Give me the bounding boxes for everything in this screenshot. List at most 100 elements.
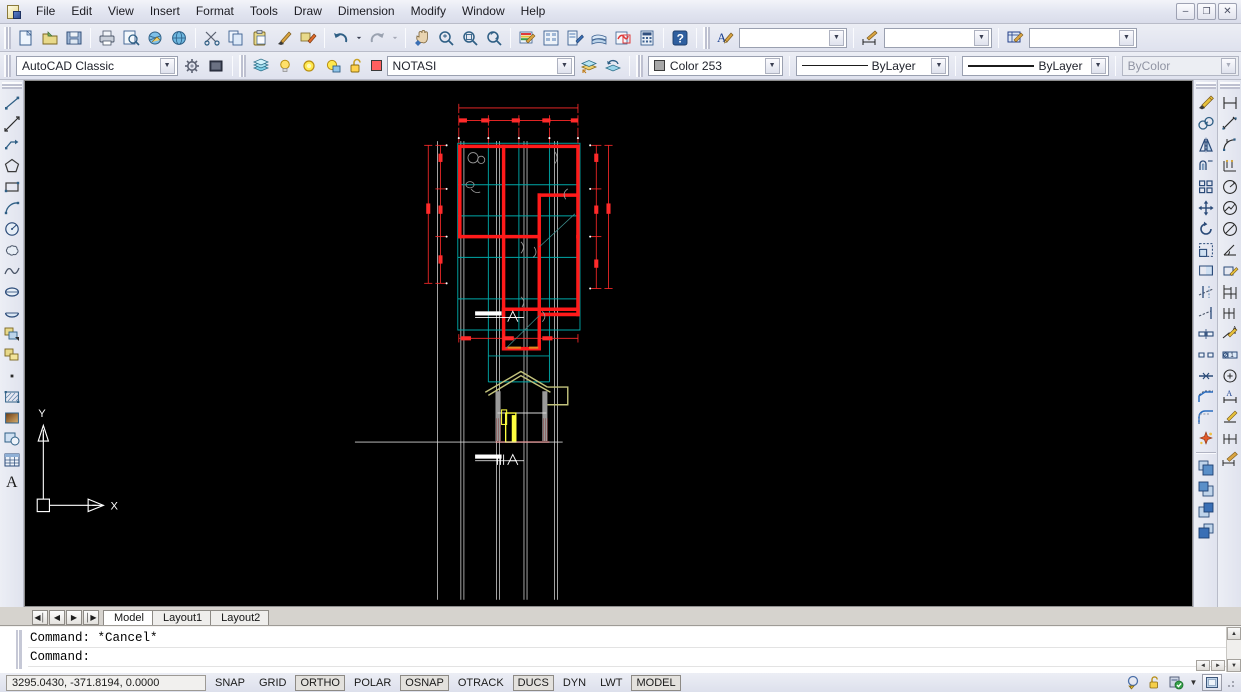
sheet-set-manager-icon[interactable] xyxy=(587,26,611,50)
spline-icon[interactable] xyxy=(1,260,23,281)
pan-realtime-hand-icon[interactable] xyxy=(410,26,434,50)
jogged-dimension-icon[interactable] xyxy=(1219,197,1241,218)
status-otrack[interactable]: OTRACK xyxy=(453,675,509,691)
dimension-style-icon[interactable] xyxy=(858,26,882,50)
menu-window[interactable]: Window xyxy=(454,1,513,22)
line-icon[interactable] xyxy=(1,92,23,113)
redo-arrow-icon[interactable] xyxy=(365,26,389,50)
status-lwt[interactable]: LWT xyxy=(595,675,627,691)
zoom-previous-icon[interactable] xyxy=(482,26,506,50)
workspace-combo[interactable]: AutoCAD Classic ▼ xyxy=(16,55,178,76)
layer-previous-icon[interactable] xyxy=(601,54,625,78)
tab-prev-button[interactable]: ◀ xyxy=(49,610,65,625)
command-history[interactable]: Command: *Cancel* Command: xyxy=(24,627,1226,672)
dimension-edit-icon[interactable]: A xyxy=(1219,386,1241,407)
color-control-combo[interactable]: Color 253 ▼ xyxy=(647,55,783,76)
zoom-realtime-icon[interactable] xyxy=(434,26,458,50)
make-block-icon[interactable] xyxy=(1,344,23,365)
chevron-down-icon[interactable]: ▼ xyxy=(974,29,989,46)
scroll-right-icon[interactable]: ► xyxy=(1211,660,1225,671)
chevron-down-icon[interactable]: ▼ xyxy=(829,29,844,46)
break-at-point-icon[interactable] xyxy=(1195,323,1217,344)
continue-dimension-icon[interactable] xyxy=(1219,302,1241,323)
ellipse-arc-icon[interactable] xyxy=(1,302,23,323)
dimension-update-icon[interactable] xyxy=(1219,428,1241,449)
save-icon[interactable] xyxy=(62,26,86,50)
multiline-text-icon[interactable]: A xyxy=(1,470,23,491)
quick-dimension-icon[interactable] xyxy=(1219,260,1241,281)
chevron-down-icon[interactable]: ▼ xyxy=(931,57,947,74)
point-icon[interactable] xyxy=(1,365,23,386)
command-vertical-scrollbar[interactable]: ▲ ▼ xyxy=(1226,627,1241,672)
plot-style-control-combo[interactable]: ByColor ▼ xyxy=(1121,55,1239,76)
chevron-down-icon[interactable]: ▼ xyxy=(556,57,572,74)
bring-to-front-icon[interactable] xyxy=(1195,457,1217,478)
chamfer-icon[interactable] xyxy=(1195,386,1217,407)
command-horizontal-scrollbar[interactable]: ◄ ► xyxy=(1196,660,1225,671)
bring-above-object-icon[interactable] xyxy=(1195,499,1217,520)
sun-freeze-icon[interactable] xyxy=(297,54,321,78)
properties-palette-icon[interactable] xyxy=(515,26,539,50)
rotate-icon[interactable] xyxy=(1195,218,1217,239)
clean-screen-icon[interactable] xyxy=(1202,674,1222,691)
status-model[interactable]: MODEL xyxy=(631,674,681,691)
my-workspace-icon[interactable] xyxy=(204,54,228,78)
chevron-down-icon[interactable]: ▼ xyxy=(1090,57,1106,74)
internet-globe-icon[interactable] xyxy=(167,26,191,50)
scroll-left-icon[interactable]: ◄ xyxy=(1196,660,1210,671)
region-icon[interactable] xyxy=(1,428,23,449)
menu-insert[interactable]: Insert xyxy=(142,1,188,22)
stretch-icon[interactable] xyxy=(1195,260,1217,281)
status-ortho[interactable]: ORTHO xyxy=(295,674,345,691)
help-question-icon[interactable]: ? xyxy=(668,26,692,50)
command-window-grip[interactable] xyxy=(14,630,22,669)
menu-modify[interactable]: Modify xyxy=(403,1,454,22)
array-icon[interactable] xyxy=(1195,176,1217,197)
radius-dimension-icon[interactable] xyxy=(1219,176,1241,197)
move-icon[interactable] xyxy=(1195,197,1217,218)
quick-leader-icon[interactable]: A xyxy=(1219,323,1241,344)
redo-dropdown-icon[interactable] xyxy=(389,26,401,50)
table-style-combo[interactable]: ▼ xyxy=(1029,27,1137,48)
polyline-icon[interactable] xyxy=(1,134,23,155)
undo-arrow-icon[interactable] xyxy=(329,26,353,50)
chevron-down-icon[interactable]: ▼ xyxy=(1221,57,1236,74)
dimension-text-edit-icon[interactable] xyxy=(1219,407,1241,428)
workspace-settings-icon[interactable] xyxy=(180,54,204,78)
menu-edit[interactable]: Edit xyxy=(63,1,100,22)
mirror-icon[interactable] xyxy=(1195,134,1217,155)
modify-toolbar-grip[interactable] xyxy=(1195,82,1216,89)
chevron-down-icon[interactable]: ▼ xyxy=(1119,29,1134,46)
status-dyn[interactable]: DYN xyxy=(558,675,591,691)
table-icon[interactable] xyxy=(1,449,23,470)
dimension-style-combo[interactable]: ▼ xyxy=(884,27,992,48)
toolbar-grip[interactable] xyxy=(4,26,11,49)
lightbulb-on-icon[interactable] xyxy=(273,54,297,78)
performance-tuner-ok-icon[interactable] xyxy=(1167,674,1185,691)
text-style-combo[interactable]: ▼ xyxy=(739,27,847,48)
arc-length-dimension-icon[interactable] xyxy=(1219,134,1241,155)
tray-dropdown-icon[interactable]: ▼ xyxy=(1188,674,1199,691)
insert-block-icon[interactable] xyxy=(1,323,23,344)
arc-icon[interactable] xyxy=(1,197,23,218)
dimension-toolbar-grip[interactable] xyxy=(1219,82,1240,89)
zoom-window-icon[interactable] xyxy=(458,26,482,50)
center-mark-icon[interactable] xyxy=(1219,365,1241,386)
designcenter-icon[interactable] xyxy=(539,26,563,50)
send-to-back-icon[interactable] xyxy=(1195,478,1217,499)
coordinate-display[interactable]: 3295.0430, -371.8194, 0.0000 xyxy=(6,674,206,691)
layers-toolbar-grip[interactable] xyxy=(238,54,246,77)
chevron-down-icon[interactable]: ▼ xyxy=(764,57,780,74)
gradient-icon[interactable] xyxy=(1,407,23,428)
hatch-icon[interactable] xyxy=(1,386,23,407)
tab-layout1[interactable]: Layout1 xyxy=(151,610,212,625)
restore-button[interactable]: ❐ xyxy=(1197,3,1216,20)
freeze-viewport-icon[interactable] xyxy=(321,54,345,78)
trim-icon[interactable] xyxy=(1195,281,1217,302)
scroll-up-icon[interactable]: ▲ xyxy=(1227,627,1241,640)
extend-icon[interactable] xyxy=(1195,302,1217,323)
status-snap[interactable]: SNAP xyxy=(210,675,250,691)
resize-grabber[interactable] xyxy=(1227,676,1237,689)
markup-set-manager-icon[interactable] xyxy=(611,26,635,50)
open-folder-icon[interactable] xyxy=(38,26,62,50)
